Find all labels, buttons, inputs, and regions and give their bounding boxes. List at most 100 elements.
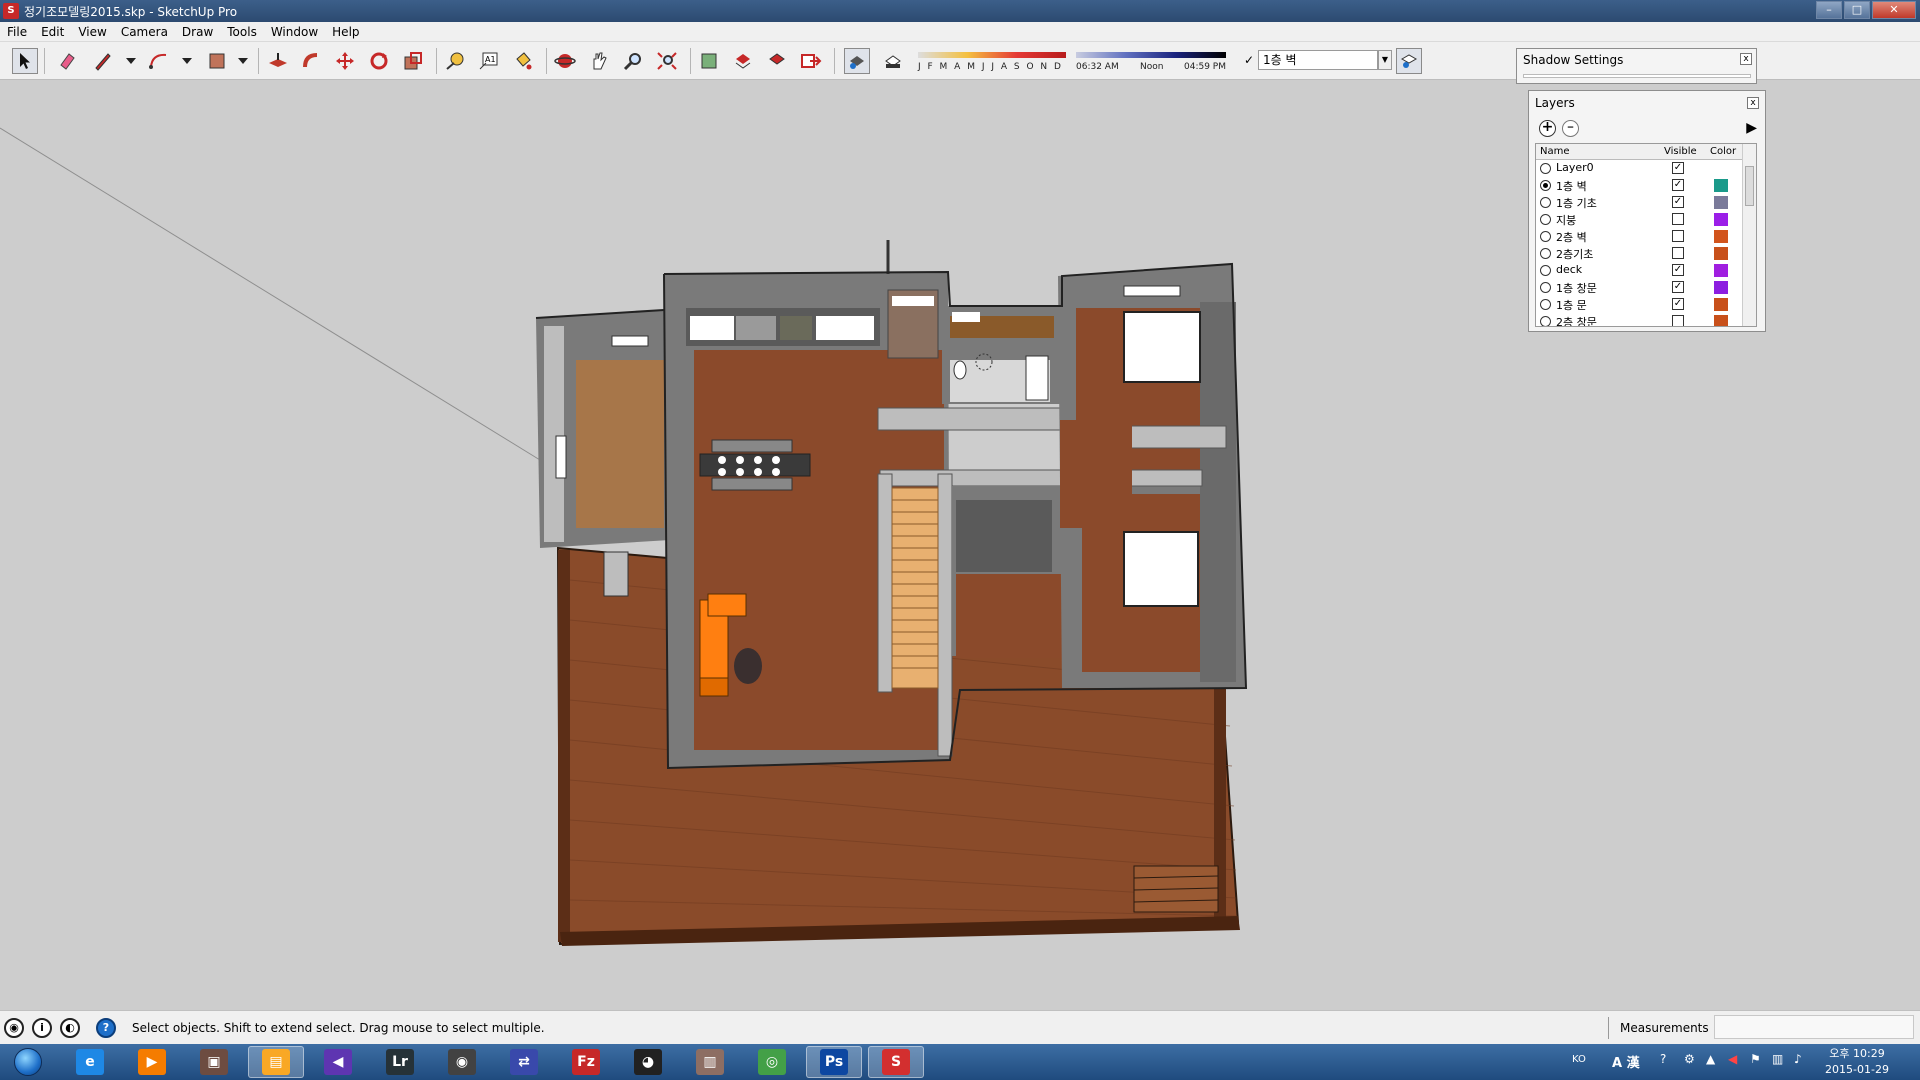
active-layer-radio[interactable] <box>1540 248 1551 259</box>
taskbar-filezilla-icon[interactable]: Fz <box>558 1046 614 1078</box>
minimize-button[interactable]: – <box>1816 1 1842 19</box>
visible-checkbox[interactable]: ✓ <box>1672 196 1684 208</box>
visible-checkbox[interactable]: ✓ <box>1672 264 1684 276</box>
menu-draw[interactable]: Draw <box>175 25 220 39</box>
active-layer-radio[interactable] <box>1540 282 1551 293</box>
taskbar-qq-icon[interactable]: ◕ <box>620 1046 676 1078</box>
shape-tools-dropdown-icon[interactable] <box>238 58 248 64</box>
tray-expand-icon[interactable]: ▲ <box>1706 1052 1715 1066</box>
visible-checkbox[interactable] <box>1672 213 1684 225</box>
line-tools-dropdown-icon[interactable] <box>126 58 136 64</box>
network-icon[interactable]: ▥ <box>1772 1052 1783 1066</box>
scale-tool-icon[interactable] <box>400 48 426 74</box>
measurements-input[interactable] <box>1714 1015 1914 1039</box>
tray-settings-icon[interactable]: ⚙ <box>1684 1052 1695 1066</box>
layer-name[interactable]: deck <box>1556 263 1582 276</box>
menu-file[interactable]: File <box>0 25 34 39</box>
visible-checkbox[interactable] <box>1672 315 1684 326</box>
layer-name[interactable]: 2층 벽 <box>1556 229 1587 245</box>
push-pull-tool-icon[interactable] <box>265 48 291 74</box>
header-color[interactable]: Color <box>1710 146 1736 157</box>
layer-color-swatch[interactable] <box>1714 315 1728 326</box>
layer-dropdown[interactable]: ✓ 1층 벽 ▼ <box>1244 49 1392 71</box>
taskbar-archive-icon[interactable]: ▥ <box>682 1046 738 1078</box>
taskbar-photo-icon[interactable]: ▣ <box>186 1046 242 1078</box>
layer-name[interactable]: 1층 문 <box>1556 297 1587 313</box>
close-icon[interactable]: x <box>1747 97 1759 109</box>
tray-alert-icon[interactable]: ◀ <box>1728 1052 1737 1066</box>
active-layer-radio[interactable] <box>1540 316 1551 326</box>
select-tool-icon[interactable] <box>12 48 38 74</box>
pencil-line-tool-icon[interactable] <box>90 48 116 74</box>
layer-color-swatch[interactable] <box>1714 196 1728 209</box>
taskbar-camera-icon[interactable]: ◉ <box>434 1046 490 1078</box>
menu-edit[interactable]: Edit <box>34 25 71 39</box>
menu-window[interactable]: Window <box>264 25 325 39</box>
current-layer-value[interactable]: 1층 벽 <box>1258 50 1378 70</box>
maximize-button[interactable]: □ <box>1844 1 1870 19</box>
help-tray-icon[interactable]: ? <box>1660 1052 1666 1066</box>
layer-row[interactable]: 1층 기초 ✓ <box>1536 194 1756 211</box>
menu-tools[interactable]: Tools <box>220 25 264 39</box>
layer-name[interactable]: 1층 기초 <box>1556 195 1597 211</box>
taskbar-photoshop-icon[interactable]: Ps <box>806 1046 862 1078</box>
shadow-time-slider[interactable]: 06:32 AM Noon 04:59 PM <box>1076 50 1226 74</box>
shadow-settings-collapse-bar[interactable] <box>1523 74 1751 78</box>
layer-name[interactable]: 1층 벽 <box>1556 178 1587 194</box>
taskbar-vs-icon[interactable]: ◀ <box>310 1046 366 1078</box>
move-tool-icon[interactable] <box>332 48 358 74</box>
taskbar-chrome-icon[interactable]: ◎ <box>744 1046 800 1078</box>
shadow-settings-panel[interactable]: Shadow Settings x <box>1516 48 1757 84</box>
eraser-tool-icon[interactable] <box>54 48 80 74</box>
layer-color-swatch[interactable] <box>1714 179 1728 192</box>
menu-view[interactable]: View <box>71 25 113 39</box>
layer-row[interactable]: 1층 문 ✓ <box>1536 296 1756 313</box>
taskbar-sketchup-icon[interactable]: S <box>868 1046 924 1078</box>
active-layer-radio[interactable] <box>1540 180 1551 191</box>
taskbar-network-icon[interactable]: ⇄ <box>496 1046 552 1078</box>
zoom-tool-icon[interactable] <box>620 48 646 74</box>
active-layer-radio[interactable] <box>1540 299 1551 310</box>
tape-measure-tool-icon[interactable] <box>442 48 468 74</box>
arc-tool-icon[interactable] <box>146 48 172 74</box>
3d-warehouse-icon[interactable] <box>696 48 722 74</box>
share-component-icon[interactable] <box>764 48 790 74</box>
shadows-toggle-icon[interactable] <box>844 48 870 74</box>
layer-color-swatch[interactable] <box>1714 230 1728 243</box>
taskbar-ie-icon[interactable]: e <box>62 1046 118 1078</box>
layer-color-swatch[interactable] <box>1714 162 1728 175</box>
user-icon[interactable]: ◐ <box>60 1018 80 1038</box>
layer-name[interactable]: 1층 창문 <box>1556 280 1597 296</box>
fog-toggle-icon[interactable] <box>880 48 906 74</box>
menu-camera[interactable]: Camera <box>114 25 175 39</box>
taskbar-explorer-icon[interactable]: ▤ <box>248 1046 304 1078</box>
layer-name[interactable]: 2층기초 <box>1556 246 1593 262</box>
layer-row[interactable]: 2층 벽 <box>1536 228 1756 245</box>
close-icon[interactable]: x <box>1740 53 1752 65</box>
layer-row[interactable]: 2층 창문 <box>1536 313 1756 326</box>
layer-color-swatch[interactable] <box>1714 281 1728 294</box>
layer-color-swatch[interactable] <box>1714 247 1728 260</box>
visible-checkbox[interactable]: ✓ <box>1672 162 1684 174</box>
close-button[interactable]: ✕ <box>1872 1 1916 19</box>
geolocation-icon[interactable]: ◉ <box>4 1018 24 1038</box>
chevron-down-icon[interactable]: ▼ <box>1378 50 1392 70</box>
layer-color-swatch[interactable] <box>1714 298 1728 311</box>
visible-checkbox[interactable]: ✓ <box>1672 281 1684 293</box>
header-name[interactable]: Name <box>1540 146 1570 157</box>
follow-me-tool-icon[interactable] <box>298 48 324 74</box>
active-layer-radio[interactable] <box>1540 163 1551 174</box>
layer-color-swatch[interactable] <box>1714 264 1728 277</box>
menu-help[interactable]: Help <box>325 25 366 39</box>
taskbar-media-icon[interactable]: ▶ <box>124 1046 180 1078</box>
rectangle-tool-icon[interactable] <box>204 48 230 74</box>
visible-checkbox[interactable] <box>1672 247 1684 259</box>
active-layer-radio[interactable] <box>1540 214 1551 225</box>
volume-icon[interactable]: ♪ <box>1794 1052 1802 1066</box>
layer-name[interactable]: 2층 창문 <box>1556 314 1597 326</box>
active-layer-radio[interactable] <box>1540 265 1551 276</box>
sketchup-app-icon[interactable]: S <box>3 3 19 19</box>
remove-layer-icon[interactable]: – <box>1562 120 1579 137</box>
details-arrow-icon[interactable]: ▶ <box>1746 120 1757 136</box>
layer-row[interactable]: 1층 벽 ✓ <box>1536 177 1756 194</box>
